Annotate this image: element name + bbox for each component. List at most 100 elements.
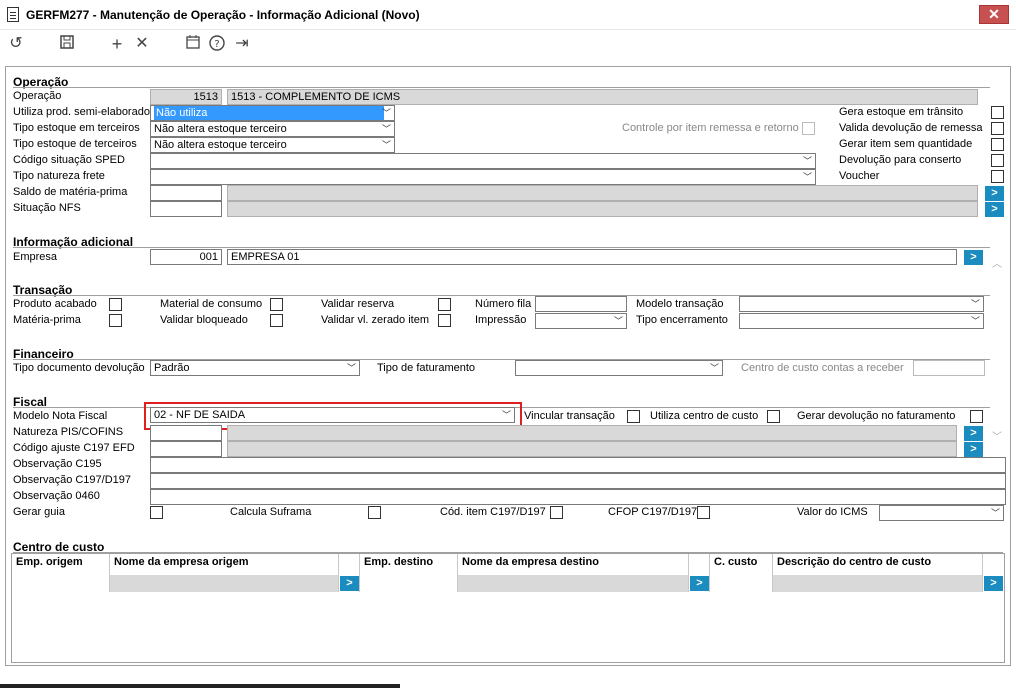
- add-icon[interactable]: +: [107, 34, 127, 54]
- cod-item-checkbox[interactable]: [550, 506, 563, 519]
- delete-icon[interactable]: ✕: [132, 34, 152, 54]
- undo-icon[interactable]: ↺: [6, 34, 26, 54]
- devolucao-conserto-label: Devolução para conserto: [839, 154, 962, 166]
- col-descricao: Descrição do centro de custo: [777, 556, 932, 568]
- operacao-label: Operação: [13, 90, 62, 102]
- operacao-desc-field: 1513 - COMPLEMENTO DE ICMS: [227, 89, 978, 105]
- consumo-label: Material de consumo: [160, 298, 263, 310]
- cfop-label: CFOP C197/D197: [608, 506, 698, 518]
- gerar-devolucao-checkbox[interactable]: [970, 410, 983, 423]
- nfs-desc-field: [227, 201, 978, 217]
- pis-lookup-button[interactable]: >: [964, 426, 983, 441]
- valor-icms-dropdown[interactable]: ﹀: [879, 505, 1004, 521]
- estoque-em-label: Tipo estoque em terceiros: [13, 122, 140, 134]
- help-icon[interactable]: ?: [207, 34, 227, 54]
- destino-lookup-button[interactable]: >: [690, 576, 709, 591]
- utiliza-centro-label: Utiliza centro de custo: [650, 410, 759, 422]
- zerado-checkbox[interactable]: [438, 314, 451, 327]
- gerar-devolucao-label: Gerar devolução no faturamento: [797, 410, 956, 422]
- zerado-label: Validar vl. zerado item: [321, 314, 430, 326]
- calendar-icon[interactable]: [183, 34, 203, 54]
- toolbar: [0, 30, 1016, 60]
- gera-checkbox[interactable]: [991, 106, 1004, 119]
- col-divider: [688, 554, 689, 592]
- materia-checkbox[interactable]: [109, 314, 122, 327]
- ajuste-lookup-button[interactable]: >: [964, 442, 983, 457]
- divider: [13, 87, 990, 88]
- sped-dropdown[interactable]: ﹀: [150, 153, 816, 169]
- faturamento-label: Tipo de faturamento: [377, 362, 476, 374]
- pis-code-field[interactable]: [150, 425, 222, 441]
- saldo-desc-field: [227, 185, 978, 201]
- nfs-code-field[interactable]: [150, 201, 222, 217]
- exit-icon[interactable]: ⇥: [232, 34, 252, 54]
- centro-lookup-button[interactable]: >: [984, 576, 1003, 591]
- nfs-lookup-button[interactable]: >: [985, 202, 1004, 217]
- save-icon[interactable]: [57, 34, 77, 54]
- svg-text:?: ?: [214, 39, 219, 50]
- reserva-checkbox[interactable]: [438, 298, 451, 311]
- materia-label: Matéria-prima: [13, 314, 81, 326]
- empresa-code-field[interactable]: 001: [150, 249, 222, 265]
- tipo-devolucao-dropdown[interactable]: Padrão ﹀: [150, 360, 360, 376]
- gerar-item-checkbox[interactable]: [991, 138, 1004, 151]
- bloqueado-label: Validar bloqueado: [160, 314, 248, 326]
- utiliza-centro-checkbox[interactable]: [767, 410, 780, 423]
- col-emp-destino: Emp. destino: [364, 556, 434, 568]
- modelo-transacao-dropdown[interactable]: ﹀: [739, 296, 984, 312]
- estoque-em-dropdown[interactable]: Não altera estoque terceiro ﹀: [150, 121, 395, 137]
- sped-label: Código situação SPED: [13, 154, 125, 166]
- encerramento-label: Tipo encerramento: [636, 314, 728, 326]
- saldo-lookup-button[interactable]: >: [985, 186, 1004, 201]
- valida-checkbox[interactable]: [991, 122, 1004, 135]
- devolucao-conserto-checkbox[interactable]: [991, 154, 1004, 167]
- frete-label: Tipo natureza frete: [13, 170, 105, 182]
- centro-receber-input[interactable]: [913, 360, 985, 376]
- tipo-devolucao-label: Tipo documento devolução: [13, 362, 145, 374]
- col-divider: [338, 554, 339, 592]
- scrollbar[interactable]: ︿ ﹀: [990, 250, 1004, 443]
- ajuste-label: Código ajuste C197 EFD: [13, 442, 135, 454]
- centro-receber-label: Centro de custo contas a receber: [741, 362, 904, 374]
- origem-lookup-button[interactable]: >: [340, 576, 359, 591]
- window-title: GERFM277 - Manutenção de Operação - Info…: [26, 8, 420, 22]
- guia-checkbox[interactable]: [150, 506, 163, 519]
- obs460-input[interactable]: [150, 489, 1006, 505]
- vincular-checkbox[interactable]: [627, 410, 640, 423]
- suframa-checkbox[interactable]: [368, 506, 381, 519]
- centro-grid: [11, 553, 1005, 663]
- obs195-input[interactable]: [150, 457, 1006, 473]
- estoque-de-dropdown[interactable]: Não altera estoque terceiro ﹀: [150, 137, 395, 153]
- valor-icms-label: Valor do ICMS: [797, 506, 868, 518]
- controle-checkbox[interactable]: [802, 122, 815, 135]
- fila-input[interactable]: [535, 296, 627, 312]
- col-divider: [709, 554, 710, 592]
- impressao-label: Impressão: [475, 314, 527, 326]
- obs197-input[interactable]: [150, 473, 1006, 489]
- row-descricao-cell: [773, 575, 982, 592]
- faturamento-dropdown[interactable]: ﹀: [515, 360, 723, 376]
- close-button[interactable]: ✕: [979, 5, 1009, 24]
- suframa-label: Calcula Suframa: [230, 506, 312, 518]
- cfop-checkbox[interactable]: [697, 506, 710, 519]
- col-c-custo: C. custo: [714, 556, 758, 568]
- row-nome-origem-cell: [110, 575, 338, 592]
- impressao-dropdown[interactable]: ﹀: [535, 313, 627, 329]
- empresa-lookup-button[interactable]: >: [964, 250, 983, 265]
- frete-dropdown[interactable]: ﹀: [150, 169, 816, 185]
- consumo-checkbox[interactable]: [270, 298, 283, 311]
- saldo-code-field[interactable]: [150, 185, 222, 201]
- bloqueado-checkbox[interactable]: [270, 314, 283, 327]
- produto-checkbox[interactable]: [109, 298, 122, 311]
- encerramento-dropdown[interactable]: ﹀: [739, 313, 984, 329]
- produto-label: Produto acabado: [13, 298, 97, 310]
- operacao-code-field: 1513: [150, 89, 222, 105]
- nfs-label: Situação NFS: [13, 202, 81, 214]
- obs197-label: Observação C197/D197: [13, 474, 132, 486]
- voucher-checkbox[interactable]: [991, 170, 1004, 183]
- col-nome-origem: Nome da empresa origem: [114, 556, 249, 568]
- semi-dropdown[interactable]: Não utiliza ﹀: [150, 105, 395, 121]
- ajuste-code-field[interactable]: [150, 441, 222, 457]
- voucher-label: Voucher: [839, 170, 880, 182]
- obs460-label: Observação 0460: [13, 490, 100, 502]
